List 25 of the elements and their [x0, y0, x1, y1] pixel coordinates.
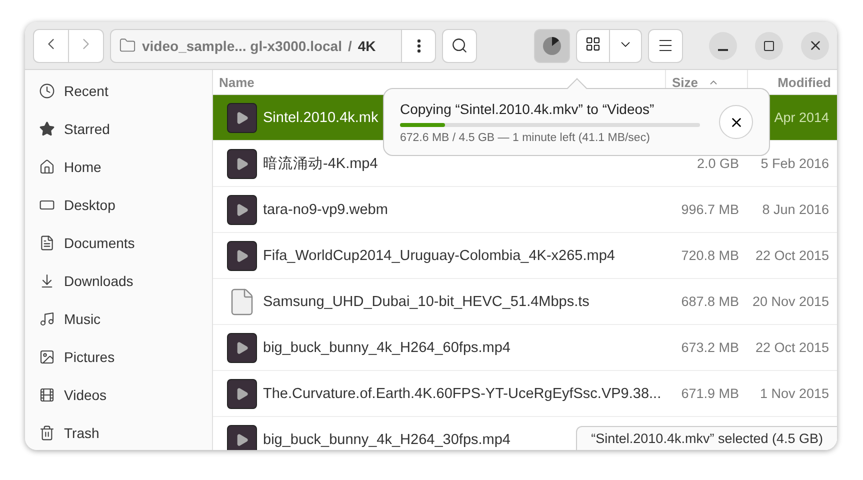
path-separator: /	[348, 38, 352, 54]
file-name: The.Curvature.of.Earth.4K.60FPS-YT-UceRgEyfSsc.VP9.38...	[263, 386, 662, 402]
modified-date: 22 Oct 2015	[755, 248, 829, 263]
modified-date: 5 Feb 2016	[760, 156, 829, 171]
file-name: 暗流涌动-4K.mp4	[263, 154, 378, 173]
modified-date: 8 Jun 2016	[762, 202, 829, 217]
operation-detail: 672.6 MB / 4.5 GB — 1 minute left (41.1 MB/sec)	[400, 132, 651, 144]
file-name: Fifa_WorldCup2014_Uruguay-Colombia_4K-x265.mp4	[263, 248, 615, 264]
file-name: Sintel.2010.4k.mk	[263, 110, 378, 126]
file-size: 687.8 MB	[681, 294, 739, 309]
file-name: big_buck_bunny_4k_H264_60fps.mp4	[263, 340, 510, 356]
modified-date: 1 Nov 2015	[760, 386, 829, 401]
file-name: big_buck_bunny_4k_H264_30fps.mp4	[263, 432, 510, 448]
file-name: tara-no9-vp9.webm	[263, 202, 388, 218]
file-size: 671.9 MB	[681, 386, 739, 401]
file-size: 673.2 MB	[681, 340, 739, 355]
selection-status-toast: “Sintel.2010.4k.mkv” selected (4.5 GB)	[576, 426, 837, 450]
file-name: Samsung_UHD_Dubai_10-bit_HEVC_51.4Mbps.ts	[263, 294, 590, 310]
file-size: 2.0 GB	[696, 156, 739, 171]
file-size: 996.7 MB	[681, 202, 739, 217]
modified-date: 22 Oct 2015	[755, 340, 829, 355]
modified-date: 20 Nov 2015	[752, 294, 829, 309]
modified-date: Apr 2014	[774, 110, 829, 125]
file-size: 720.8 MB	[681, 248, 739, 263]
operation-title: Copying “Sintel.2010.4k.mkv” to “Videos”	[400, 100, 656, 116]
